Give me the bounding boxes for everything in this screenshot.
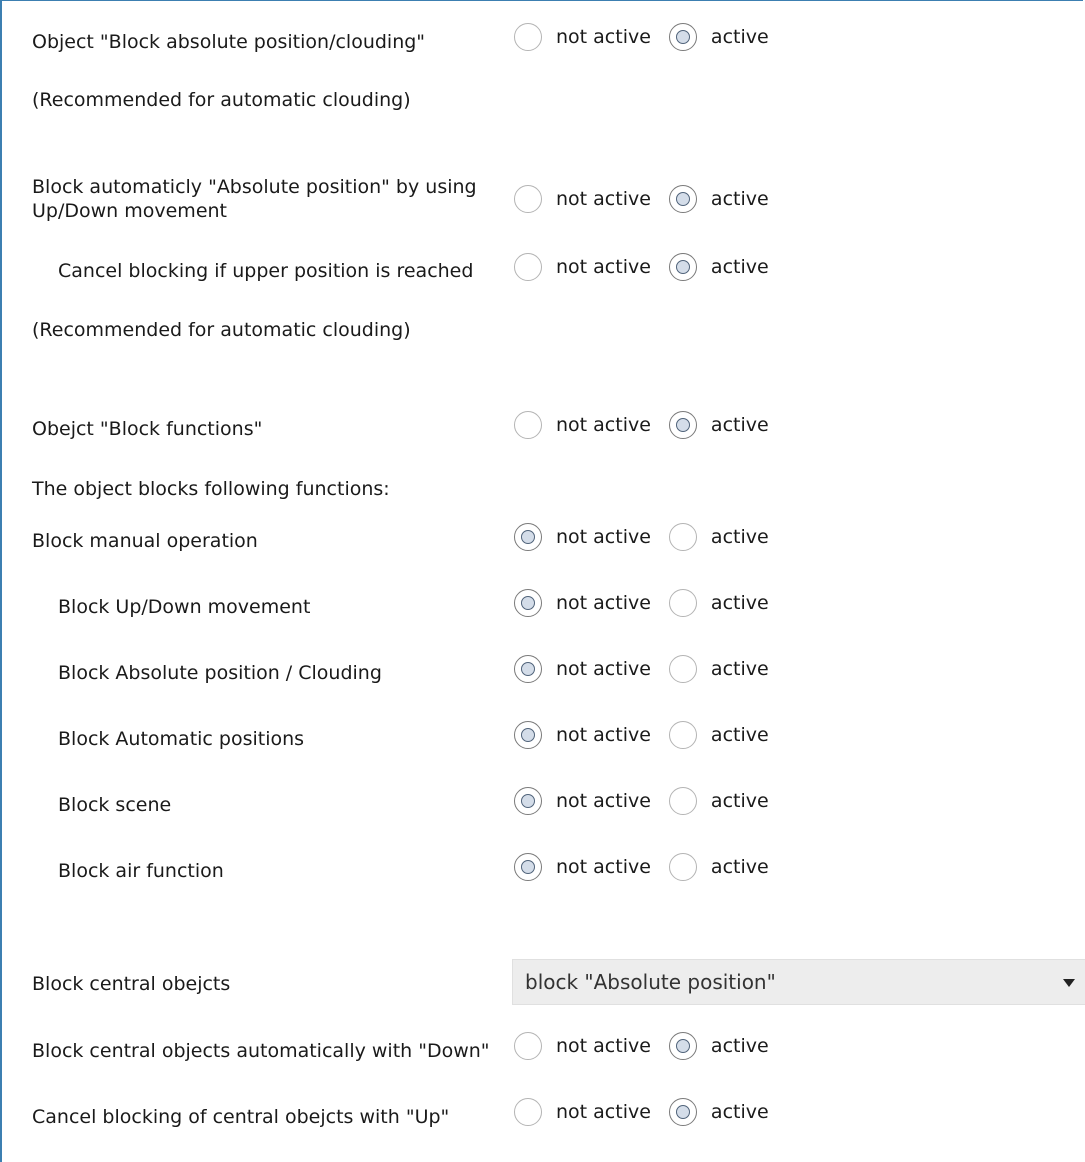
radio-option-active[interactable]: active: [668, 253, 769, 281]
radio-option-active[interactable]: active: [668, 523, 769, 551]
radio-option-not-active[interactable]: not active: [514, 253, 651, 281]
radio-option-active[interactable]: active: [668, 853, 769, 881]
label-block-air-function: Block air function: [58, 860, 224, 882]
radio-group-block-up-down-movement: not active active: [514, 588, 769, 618]
radio-group-cancel-blocking-central-up: not active active: [514, 1097, 769, 1127]
block-central-objects-dropdown[interactable]: block "Absolute position": [512, 959, 1085, 1005]
radio-option-active[interactable]: active: [668, 655, 769, 683]
parameter-panel: Object "Block absolute position/clouding…: [0, 0, 1085, 1162]
radio-option-active[interactable]: active: [668, 23, 769, 51]
label-block-absolute-position-object: Object "Block absolute position/clouding…: [32, 31, 426, 53]
radio-option-active[interactable]: active: [668, 411, 769, 439]
radio-group-block-manual-operation: not active active: [514, 522, 769, 552]
radio-group-block-scene: not active active: [514, 786, 769, 816]
radio-button[interactable]: [514, 253, 542, 281]
radio-option-active[interactable]: active: [668, 787, 769, 815]
label-block-absolute-position-clouding: Block Absolute position / Clouding: [58, 662, 382, 684]
radio-group-block-automatic-absolute-position: not active active: [514, 184, 769, 214]
radio-group-block-absolute-position-object: not active active: [514, 22, 769, 52]
radio-button-selected[interactable]: [514, 655, 542, 683]
radio-button-selected[interactable]: [514, 721, 542, 749]
radio-button-selected[interactable]: [668, 253, 697, 281]
radio-button-selected[interactable]: [668, 1098, 697, 1126]
radio-button-selected[interactable]: [668, 23, 697, 51]
radio-option-not-active[interactable]: not active: [514, 721, 651, 749]
label-block-automatic-positions: Block Automatic positions: [58, 728, 305, 750]
radio-option-not-active[interactable]: not active: [514, 787, 651, 815]
radio-option-not-active[interactable]: not active: [514, 411, 651, 439]
radio-button[interactable]: [514, 411, 542, 439]
radio-group-block-absolute-position-clouding: not active active: [514, 654, 769, 684]
radio-option-active[interactable]: active: [668, 1098, 769, 1126]
label-block-functions-object: Obejct "Block functions": [32, 418, 263, 440]
radio-button[interactable]: [668, 853, 697, 881]
label-cancel-blocking-upper-position: Cancel blocking if upper position is rea…: [58, 260, 474, 282]
label-block-scene: Block scene: [58, 794, 172, 816]
radio-group-block-functions-object: not active active: [514, 410, 769, 440]
radio-option-not-active[interactable]: not active: [514, 853, 651, 881]
label-block-automatic-absolute-position: Block automaticly "Absolute position" by…: [32, 176, 477, 222]
radio-option-active[interactable]: active: [668, 185, 769, 213]
label-block-up-down-movement: Block Up/Down movement: [58, 596, 311, 618]
radio-button-selected[interactable]: [514, 589, 542, 617]
radio-option-not-active[interactable]: not active: [514, 1098, 651, 1126]
radio-button[interactable]: [668, 721, 697, 749]
radio-button-selected[interactable]: [514, 853, 542, 881]
radio-option-active[interactable]: active: [668, 589, 769, 617]
radio-group-cancel-blocking-upper-position: not active active: [514, 252, 769, 282]
label-cancel-blocking-central-up: Cancel blocking of central obejcts with …: [32, 1106, 450, 1128]
radio-button-selected[interactable]: [514, 523, 542, 551]
chevron-down-icon[interactable]: [1063, 979, 1075, 987]
radio-button[interactable]: [668, 589, 697, 617]
radio-option-not-active[interactable]: not active: [514, 523, 651, 551]
radio-button-selected[interactable]: [668, 1032, 697, 1060]
radio-button[interactable]: [668, 655, 697, 683]
radio-option-not-active[interactable]: not active: [514, 23, 651, 51]
radio-button[interactable]: [514, 23, 542, 51]
radio-button[interactable]: [514, 185, 542, 213]
radio-group-block-air-function: not active active: [514, 852, 769, 882]
note-recommended: (Recommended for automatic clouding): [32, 319, 411, 341]
radio-option-not-active[interactable]: not active: [514, 1032, 651, 1060]
dropdown-value: block "Absolute position": [525, 970, 776, 994]
radio-button-selected[interactable]: [668, 185, 697, 213]
radio-button-selected[interactable]: [514, 787, 542, 815]
radio-button[interactable]: [514, 1032, 542, 1060]
note-recommended: (Recommended for automatic clouding): [32, 89, 411, 111]
radio-option-not-active[interactable]: not active: [514, 589, 651, 617]
radio-button[interactable]: [668, 787, 697, 815]
label-block-central-objects: Block central obejcts: [32, 973, 231, 995]
label-object-blocks-following: The object blocks following functions:: [32, 478, 390, 500]
radio-option-not-active[interactable]: not active: [514, 185, 651, 213]
radio-button[interactable]: [514, 1098, 542, 1126]
radio-option-active[interactable]: active: [668, 1032, 769, 1060]
label-block-manual-operation: Block manual operation: [32, 530, 258, 552]
label-block-central-objects-down: Block central objects automatically with…: [32, 1040, 490, 1062]
radio-option-active[interactable]: active: [668, 721, 769, 749]
radio-group-block-central-objects-down: not active active: [514, 1031, 769, 1061]
radio-group-block-automatic-positions: not active active: [514, 720, 769, 750]
radio-option-not-active[interactable]: not active: [514, 655, 651, 683]
radio-button-selected[interactable]: [668, 411, 697, 439]
radio-button[interactable]: [668, 523, 697, 551]
